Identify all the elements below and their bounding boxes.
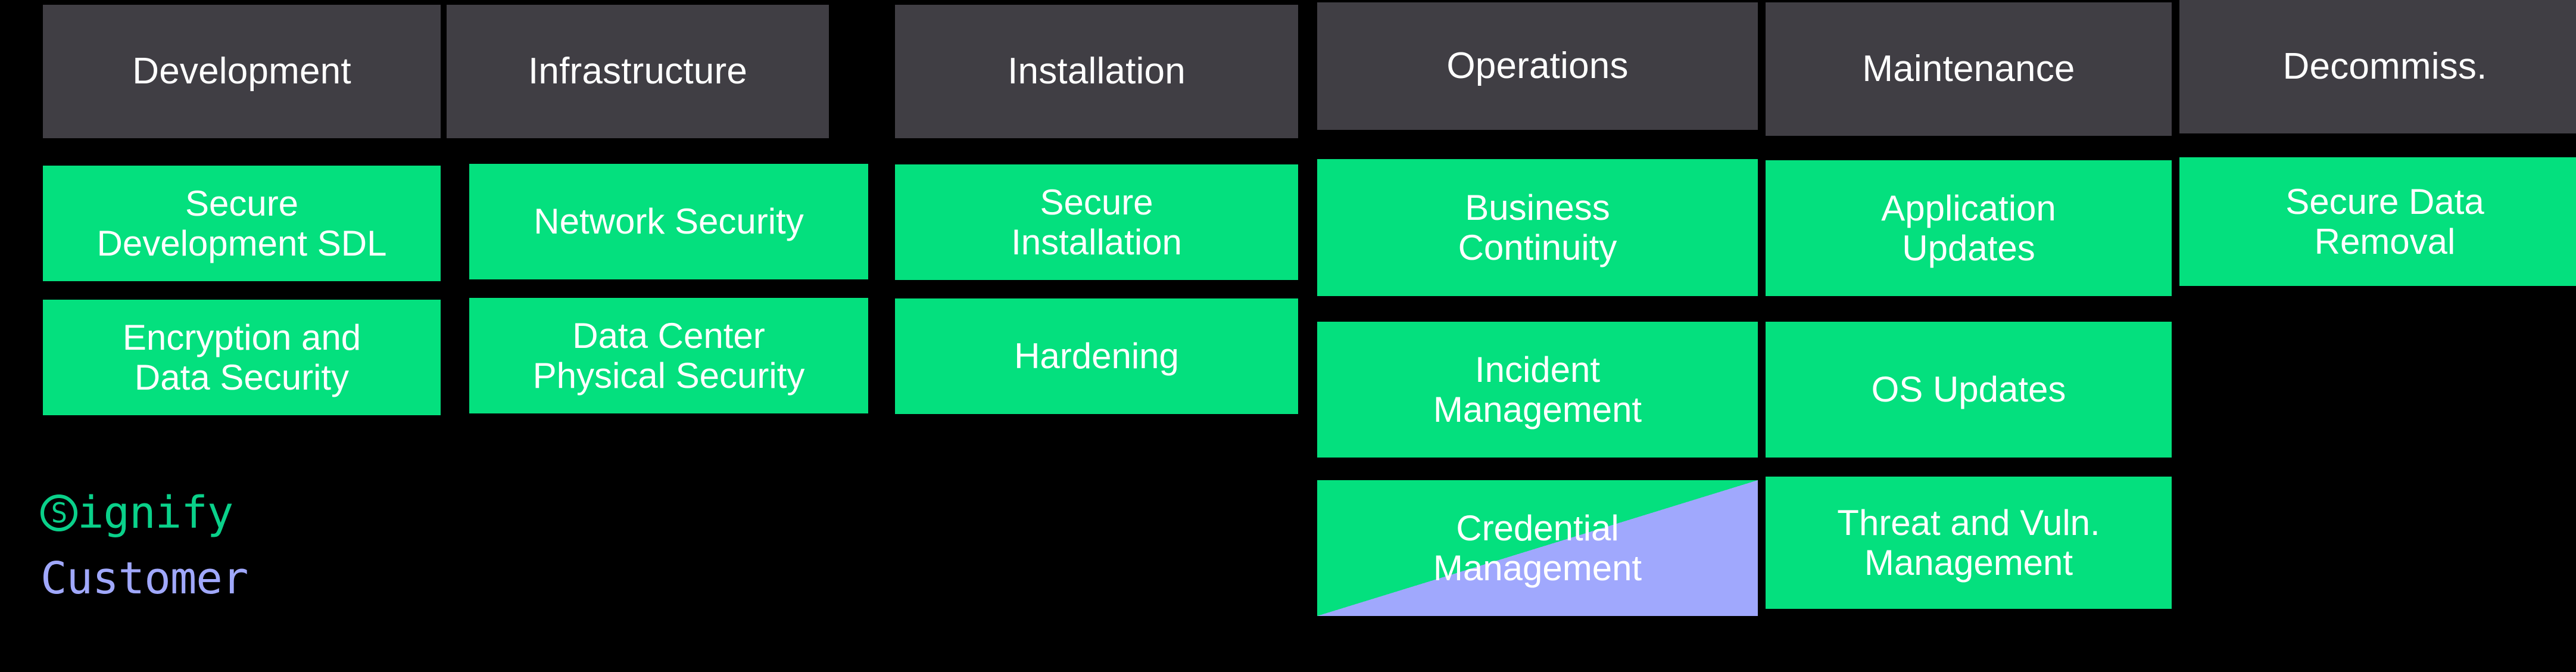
- item-os-updates[interactable]: OS Updates: [1766, 322, 2172, 458]
- column-header-maintenance[interactable]: Maintenance: [1766, 2, 2172, 136]
- item-secure-development-sdl[interactable]: Secure Development SDL: [43, 166, 441, 281]
- column-header-operations-label: Operations: [1446, 45, 1629, 87]
- item-network-security[interactable]: Network Security: [469, 164, 868, 279]
- signify-logo-wordmark: ignify: [77, 487, 233, 539]
- item-secure-installation-label: Secure Installation: [1011, 182, 1182, 262]
- item-secure-installation[interactable]: Secure Installation: [895, 164, 1298, 280]
- lifecycle-responsibility-diagram: Development Infrastructure Installation …: [0, 0, 2576, 672]
- item-hardening[interactable]: Hardening: [895, 298, 1298, 414]
- item-encryption-and-data-security-label: Encryption and Data Security: [122, 317, 361, 397]
- legend-item-signify: S ignify: [40, 487, 233, 539]
- item-data-center-physical-security-label: Data Center Physical Security: [532, 315, 805, 396]
- customer-legend-label: Customer: [40, 553, 248, 604]
- column-header-decommissioning[interactable]: Decommiss.: [2179, 0, 2576, 133]
- item-os-updates-label: OS Updates: [1871, 369, 2066, 410]
- column-header-infrastructure-label: Infrastructure: [528, 51, 748, 92]
- item-credential-management[interactable]: Credential Management: [1317, 480, 1758, 616]
- item-credential-management-label: Credential Management: [1433, 508, 1642, 588]
- signify-logo-mark-letter: S: [51, 497, 68, 529]
- item-incident-management-label: Incident Management: [1433, 349, 1642, 430]
- item-data-center-physical-security[interactable]: Data Center Physical Security: [469, 298, 868, 413]
- signify-logo: S ignify: [40, 487, 233, 539]
- column-header-operations[interactable]: Operations: [1317, 2, 1758, 130]
- item-secure-data-removal-label: Secure Data Removal: [2285, 181, 2484, 262]
- legend-item-customer: Customer: [40, 553, 248, 604]
- item-business-continuity[interactable]: Business Continuity: [1317, 159, 1758, 296]
- item-application-updates[interactable]: Application Updates: [1766, 160, 2172, 296]
- column-header-maintenance-label: Maintenance: [1862, 48, 2075, 90]
- column-header-installation[interactable]: Installation: [895, 5, 1298, 138]
- item-encryption-and-data-security[interactable]: Encryption and Data Security: [43, 300, 441, 415]
- item-threat-and-vuln-management[interactable]: Threat and Vuln. Management: [1766, 477, 2172, 609]
- item-hardening-label: Hardening: [1014, 336, 1179, 377]
- column-header-installation-label: Installation: [1008, 51, 1186, 92]
- item-threat-and-vuln-management-label: Threat and Vuln. Management: [1837, 502, 2100, 583]
- column-header-infrastructure[interactable]: Infrastructure: [447, 5, 829, 138]
- item-secure-development-sdl-label: Secure Development SDL: [96, 183, 387, 263]
- item-network-security-label: Network Security: [534, 201, 804, 242]
- item-application-updates-label: Application Updates: [1881, 188, 2056, 268]
- item-incident-management[interactable]: Incident Management: [1317, 322, 1758, 458]
- item-business-continuity-label: Business Continuity: [1458, 187, 1617, 267]
- item-secure-data-removal[interactable]: Secure Data Removal: [2179, 157, 2576, 286]
- column-header-development-label: Development: [132, 51, 351, 92]
- signify-circled-s-icon: S: [40, 494, 77, 531]
- column-header-decommissioning-label: Decommiss.: [2282, 46, 2487, 88]
- column-header-development[interactable]: Development: [43, 5, 441, 138]
